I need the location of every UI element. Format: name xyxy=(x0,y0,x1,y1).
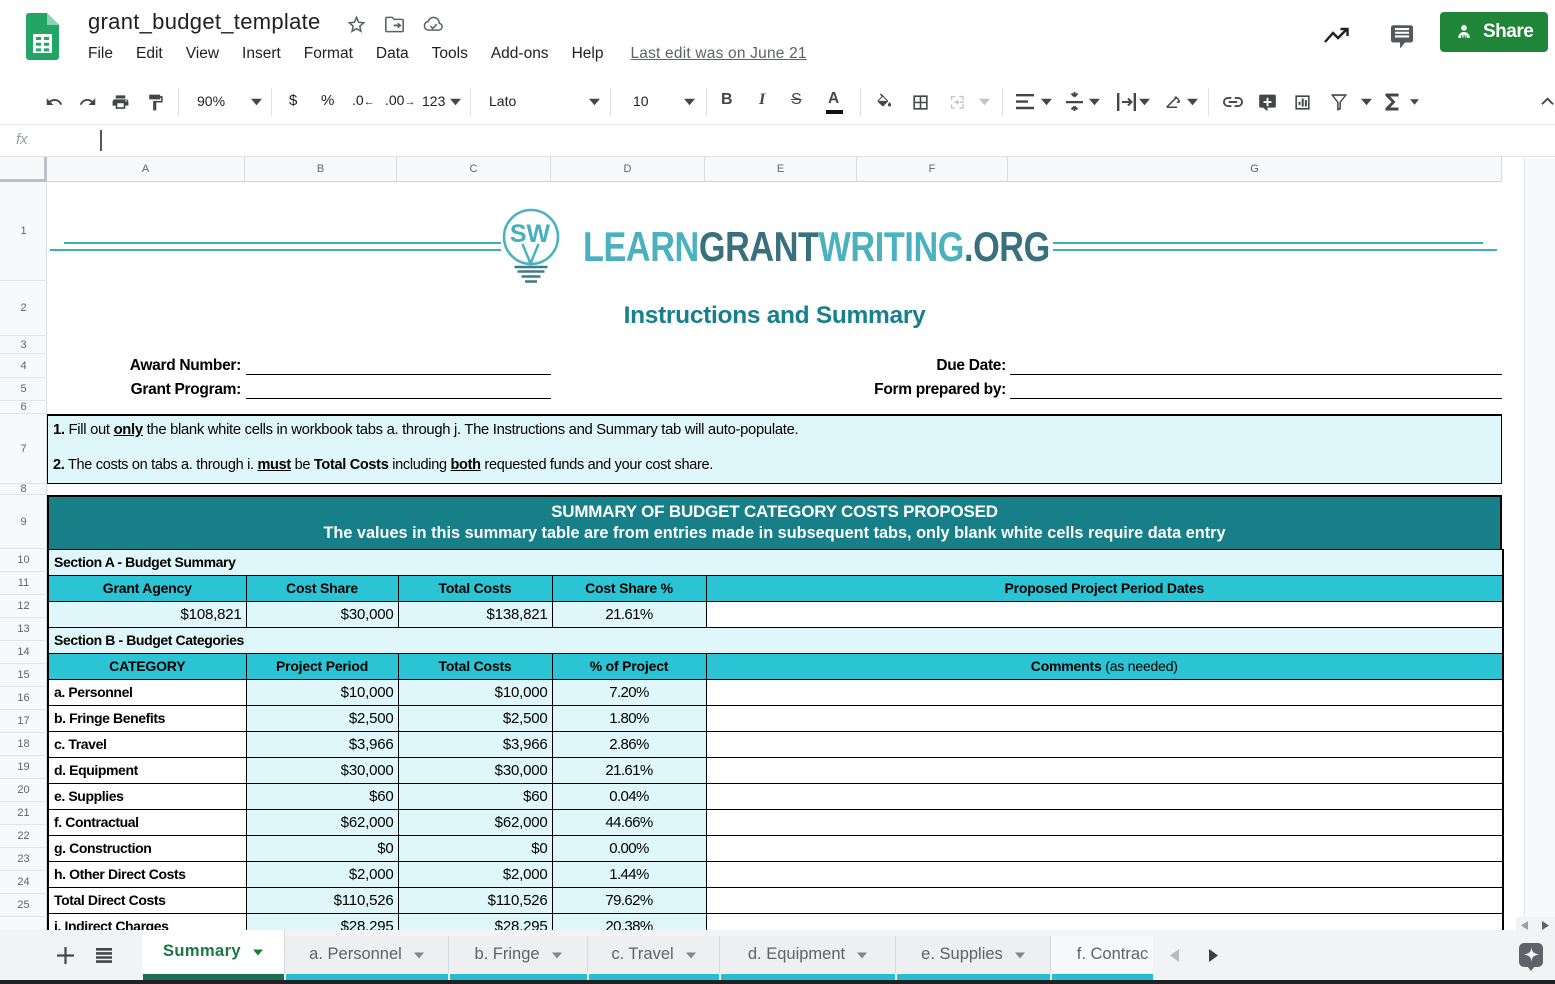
svg-text:SW: SW xyxy=(510,220,551,248)
